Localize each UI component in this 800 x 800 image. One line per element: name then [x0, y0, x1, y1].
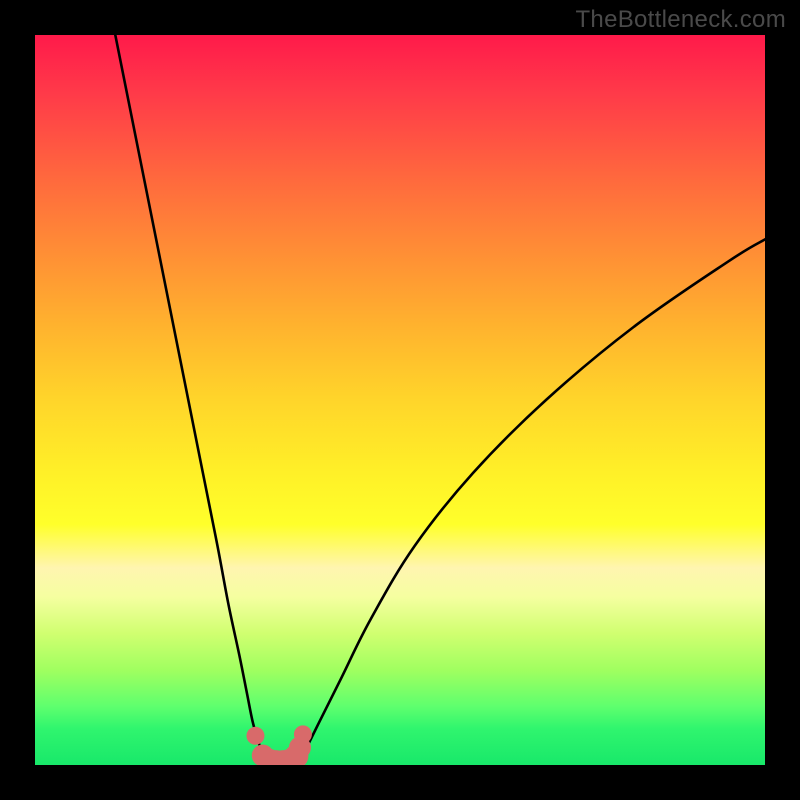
chart-frame: TheBottleneck.com [0, 0, 800, 800]
watermark-text: TheBottleneck.com [575, 6, 786, 34]
plot-area [35, 35, 765, 765]
highlight-dots [246, 725, 311, 765]
highlight-dot [246, 727, 264, 745]
left-curve [115, 35, 267, 761]
chart-svg [35, 35, 765, 765]
highlight-dot [294, 725, 312, 743]
right-curve [298, 239, 765, 761]
